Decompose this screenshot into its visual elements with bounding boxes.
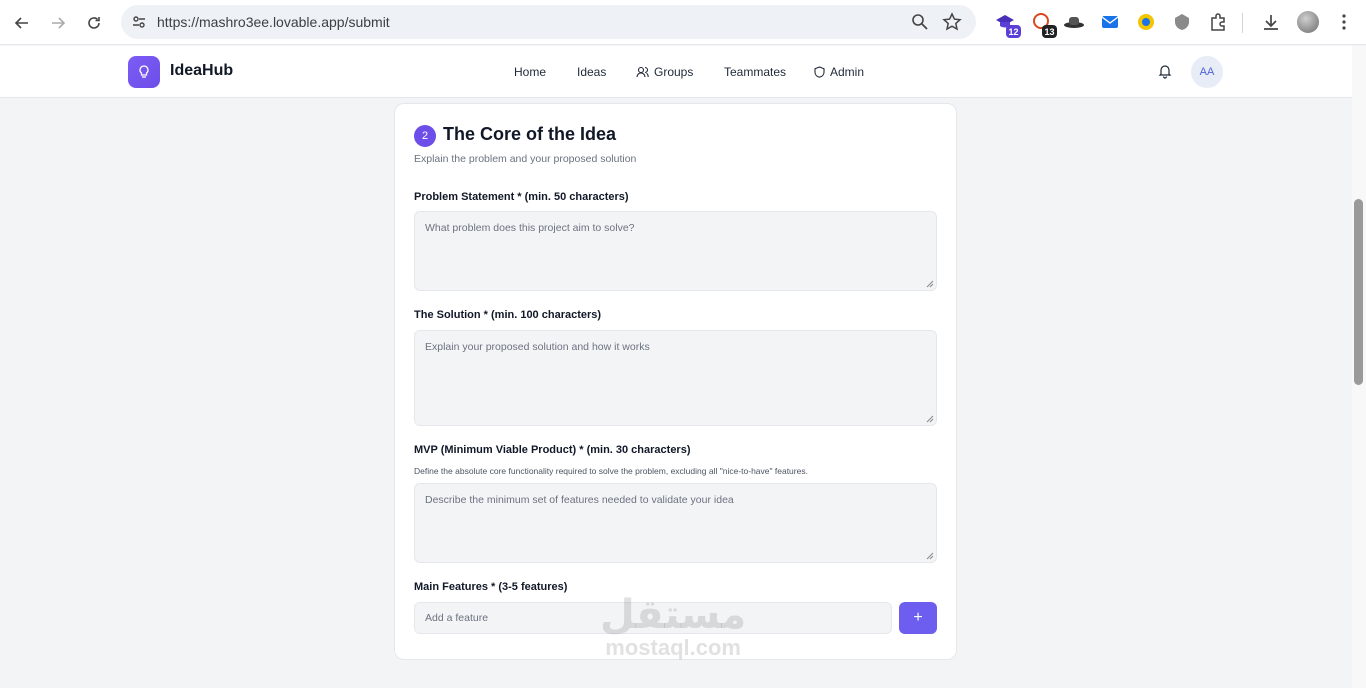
extension-badge: 12 <box>1006 25 1021 38</box>
solution-textarea[interactable]: Explain your proposed solution and how i… <box>414 330 937 426</box>
step-number-badge: 2 <box>414 125 436 147</box>
chat-extension-icon[interactable]: 13 <box>1030 11 1057 38</box>
core-idea-card: 2 The Core of the Idea Explain the probl… <box>394 103 957 660</box>
section-subtitle: Explain the problem and your proposed so… <box>414 153 637 165</box>
address-bar[interactable]: https://mashro3ee.lovable.app/submit <box>121 5 976 39</box>
mvp-hint: Define the absolute core functionality r… <box>414 466 808 476</box>
nav-admin[interactable]: Admin <box>814 65 864 79</box>
mail-extension-icon[interactable] <box>1099 11 1121 33</box>
reload-button[interactable] <box>82 11 106 35</box>
plus-icon: + <box>913 609 923 626</box>
url-text[interactable]: https://mashro3ee.lovable.app/submit <box>157 14 390 30</box>
problem-statement-textarea[interactable]: What problem does this project aim to so… <box>414 211 937 291</box>
site-settings-icon[interactable] <box>129 12 149 32</box>
reload-icon <box>88 17 100 29</box>
notifications-bell-icon[interactable] <box>1157 63 1173 79</box>
mvp-placeholder: Describe the minimum set of features nee… <box>425 494 734 506</box>
add-feature-button[interactable]: + <box>899 602 937 634</box>
nav-label: Admin <box>830 65 865 79</box>
nav-label: Home <box>514 65 547 79</box>
mvp-label: MVP (Minimum Viable Product) * (min. 30 … <box>414 444 691 456</box>
nav-label: Groups <box>654 65 694 79</box>
lightbulb-icon <box>139 65 149 78</box>
main-features-label: Main Features * (3-5 features) <box>414 581 568 593</box>
more-menu-icon[interactable] <box>1333 11 1355 33</box>
shield-icon <box>814 66 825 78</box>
user-avatar[interactable]: AA <box>1191 56 1223 88</box>
profile-avatar[interactable] <box>1297 11 1319 33</box>
solution-placeholder: Explain your proposed solution and how i… <box>425 341 650 353</box>
bookmark-star-icon[interactable] <box>942 12 962 32</box>
hat-extension-icon[interactable] <box>1063 11 1085 33</box>
forward-button[interactable] <box>46 11 70 35</box>
shield-extension-icon[interactable] <box>1171 11 1193 33</box>
users-icon <box>636 66 649 78</box>
app-header: IdeaHub Home Ideas Groups Teammates Admi… <box>0 46 1352 98</box>
resize-grip-icon[interactable] <box>926 415 934 423</box>
resize-grip-icon[interactable] <box>926 552 934 560</box>
problem-statement-placeholder: What problem does this project aim to so… <box>425 222 635 234</box>
nav-label: Ideas <box>577 65 607 79</box>
resize-grip-icon[interactable] <box>926 280 934 288</box>
add-feature-placeholder: Add a feature <box>425 612 489 624</box>
watermark-latin: mostaql.com <box>605 635 741 660</box>
app-logo[interactable] <box>128 56 160 88</box>
mostaql-watermark: مستقل mostaql.com <box>600 595 746 661</box>
circle-extension-icon[interactable] <box>1135 11 1157 33</box>
solution-label: The Solution * (min. 100 characters) <box>414 309 602 321</box>
arrow-right-icon <box>52 17 66 29</box>
app-name[interactable]: IdeaHub <box>170 62 233 80</box>
section-title: The Core of the Idea <box>443 124 617 144</box>
nav-ideas[interactable]: Ideas <box>577 65 606 79</box>
puzzle-extensions-icon[interactable] <box>1207 11 1229 33</box>
nav-home[interactable]: Home <box>514 65 546 79</box>
browser-toolbar: https://mashro3ee.lovable.app/submit 12 … <box>0 0 1366 45</box>
watermark-arabic: مستقل <box>600 593 747 637</box>
scrollbar-thumb[interactable] <box>1354 199 1363 385</box>
zoom-icon[interactable] <box>910 12 930 32</box>
toolbar-separator <box>1242 13 1243 33</box>
download-icon[interactable] <box>1260 11 1282 33</box>
nav-teammates[interactable]: Teammates <box>724 65 786 79</box>
arrow-left-icon <box>14 17 28 29</box>
problem-statement-label: Problem Statement * (min. 50 characters) <box>414 191 629 203</box>
extension-badge: 13 <box>1042 25 1057 38</box>
nav-groups[interactable]: Groups <box>636 65 693 79</box>
graduation-cap-extension-icon[interactable]: 12 <box>994 11 1021 38</box>
back-button[interactable] <box>10 11 34 35</box>
mvp-textarea[interactable]: Describe the minimum set of features nee… <box>414 483 937 563</box>
nav-label: Teammates <box>724 65 787 79</box>
